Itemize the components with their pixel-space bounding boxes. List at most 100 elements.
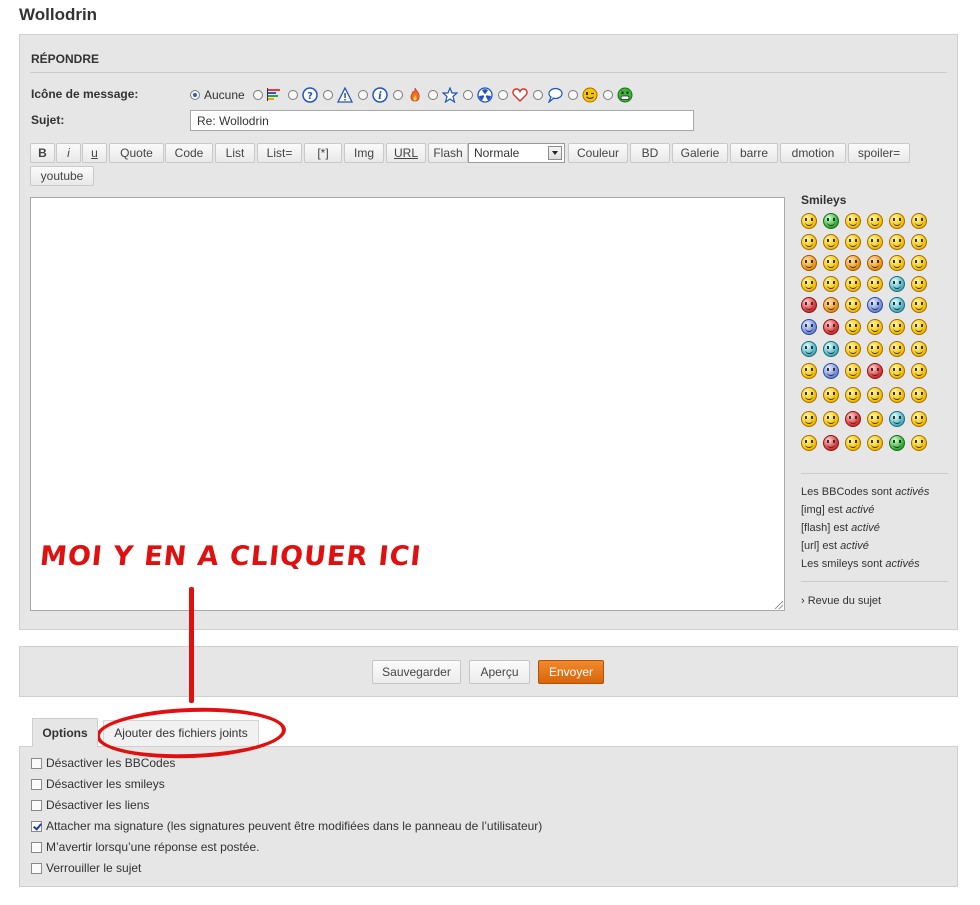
- smiley-icon[interactable]: [889, 319, 905, 335]
- smiley-icon[interactable]: [867, 435, 883, 451]
- disable-smileys-checkbox[interactable]: [31, 778, 42, 790]
- disable-links-checkbox[interactable]: [31, 799, 42, 811]
- code-button[interactable]: Code: [165, 143, 213, 163]
- smiley-icon[interactable]: [845, 411, 861, 427]
- send-button[interactable]: Envoyer: [538, 660, 604, 684]
- save-button[interactable]: Sauvegarder: [372, 660, 461, 684]
- option-attach-signature[interactable]: Attacher ma signature (les signatures pe…: [31, 818, 542, 834]
- smiley-icon[interactable]: [911, 319, 927, 335]
- notify-reply-checkbox[interactable]: [31, 841, 42, 853]
- icon-radio-grin[interactable]: [602, 90, 613, 100]
- smiley-icon[interactable]: [823, 213, 839, 229]
- icon-radio-chart[interactable]: [252, 90, 263, 100]
- smiley-icon[interactable]: [889, 411, 905, 427]
- option-notify-reply[interactable]: M’avertir lorsqu’une réponse est postée.: [31, 839, 259, 855]
- chevron-down-icon[interactable]: [548, 146, 562, 160]
- smiley-icon[interactable]: [801, 435, 817, 451]
- smiley-icon[interactable]: [845, 319, 861, 335]
- bd-button[interactable]: BD: [630, 143, 670, 163]
- smiley-icon[interactable]: [801, 411, 817, 427]
- smiley-icon[interactable]: [801, 319, 817, 335]
- smiley-icon[interactable]: [867, 341, 883, 357]
- underline-button[interactable]: u: [82, 143, 107, 163]
- youtube-button[interactable]: youtube: [30, 166, 94, 186]
- attach-signature-checkbox[interactable]: [31, 820, 42, 832]
- smiley-icon[interactable]: [823, 411, 839, 427]
- smiley-icon[interactable]: [889, 363, 905, 379]
- option-lock-topic[interactable]: Verrouiller le sujet: [31, 860, 141, 876]
- gallery-button[interactable]: Galerie: [672, 143, 728, 163]
- smiley-icon[interactable]: [889, 255, 905, 271]
- color-button[interactable]: Couleur: [568, 143, 628, 163]
- smiley-icon[interactable]: [845, 297, 861, 313]
- smiley-icon[interactable]: [845, 255, 861, 271]
- icon-radio-fire[interactable]: [392, 90, 403, 100]
- smiley-icon[interactable]: [801, 363, 817, 379]
- flash-button[interactable]: Flash: [428, 143, 468, 163]
- option-disable-links[interactable]: Désactiver les liens: [31, 797, 149, 813]
- smiley-icon[interactable]: [889, 276, 905, 292]
- spoiler-button[interactable]: spoiler=: [848, 143, 910, 163]
- smiley-icon[interactable]: [911, 234, 927, 250]
- smiley-icon[interactable]: [823, 363, 839, 379]
- smiley-icon[interactable]: [911, 411, 927, 427]
- smiley-icon[interactable]: [889, 387, 905, 403]
- icon-radio-speech[interactable]: [532, 90, 543, 100]
- smiley-icon[interactable]: [867, 213, 883, 229]
- smiley-icon[interactable]: [867, 234, 883, 250]
- smiley-icon[interactable]: [801, 234, 817, 250]
- icon-radio-none[interactable]: [190, 90, 200, 100]
- lock-topic-checkbox[interactable]: [31, 862, 42, 874]
- smiley-icon[interactable]: [911, 341, 927, 357]
- smiley-icon[interactable]: [867, 319, 883, 335]
- smiley-icon[interactable]: [823, 319, 839, 335]
- smiley-icon[interactable]: [867, 363, 883, 379]
- preview-button[interactable]: Aperçu: [469, 660, 530, 684]
- smiley-icon[interactable]: [911, 255, 927, 271]
- smiley-icon[interactable]: [911, 297, 927, 313]
- subject-input[interactable]: [190, 110, 694, 131]
- smiley-icon[interactable]: [845, 276, 861, 292]
- smiley-icon[interactable]: [911, 276, 927, 292]
- italic-button[interactable]: i: [56, 143, 81, 163]
- image-button[interactable]: Img: [344, 143, 384, 163]
- bold-button[interactable]: B: [30, 143, 55, 163]
- icon-radio-question[interactable]: [287, 90, 298, 100]
- tab-options[interactable]: Options: [32, 718, 98, 747]
- url-button[interactable]: URL: [386, 143, 426, 163]
- smiley-icon[interactable]: [867, 255, 883, 271]
- icon-radio-wink[interactable]: [567, 90, 578, 100]
- smiley-icon[interactable]: [867, 387, 883, 403]
- smiley-icon[interactable]: [801, 387, 817, 403]
- dmotion-button[interactable]: dmotion: [780, 143, 846, 163]
- smiley-icon[interactable]: [823, 341, 839, 357]
- smiley-icon[interactable]: [845, 234, 861, 250]
- smiley-icon[interactable]: [845, 435, 861, 451]
- ordered-list-button[interactable]: List=: [257, 143, 302, 163]
- option-disable-smileys[interactable]: Désactiver les smileys: [31, 776, 165, 792]
- smiley-icon[interactable]: [801, 276, 817, 292]
- smiley-icon[interactable]: [889, 341, 905, 357]
- smiley-icon[interactable]: [889, 297, 905, 313]
- smiley-icon[interactable]: [867, 297, 883, 313]
- smiley-icon[interactable]: [845, 363, 861, 379]
- list-button[interactable]: List: [215, 143, 255, 163]
- icon-radio-radioactive[interactable]: [462, 90, 473, 100]
- smiley-icon[interactable]: [801, 341, 817, 357]
- smiley-icon[interactable]: [823, 234, 839, 250]
- smiley-icon[interactable]: [845, 341, 861, 357]
- smiley-icon[interactable]: [845, 387, 861, 403]
- smiley-icon[interactable]: [911, 435, 927, 451]
- smiley-icon[interactable]: [911, 363, 927, 379]
- smiley-icon[interactable]: [801, 213, 817, 229]
- smiley-icon[interactable]: [823, 297, 839, 313]
- icon-radio-star[interactable]: [427, 90, 438, 100]
- smiley-icon[interactable]: [823, 435, 839, 451]
- icon-radio-heart[interactable]: [497, 90, 508, 100]
- smiley-icon[interactable]: [801, 255, 817, 271]
- smiley-icon[interactable]: [889, 435, 905, 451]
- smiley-icon[interactable]: [845, 213, 861, 229]
- resize-handle[interactable]: [775, 601, 783, 609]
- smiley-icon[interactable]: [867, 276, 883, 292]
- topic-review-link[interactable]: › Revue du sujet: [801, 592, 881, 610]
